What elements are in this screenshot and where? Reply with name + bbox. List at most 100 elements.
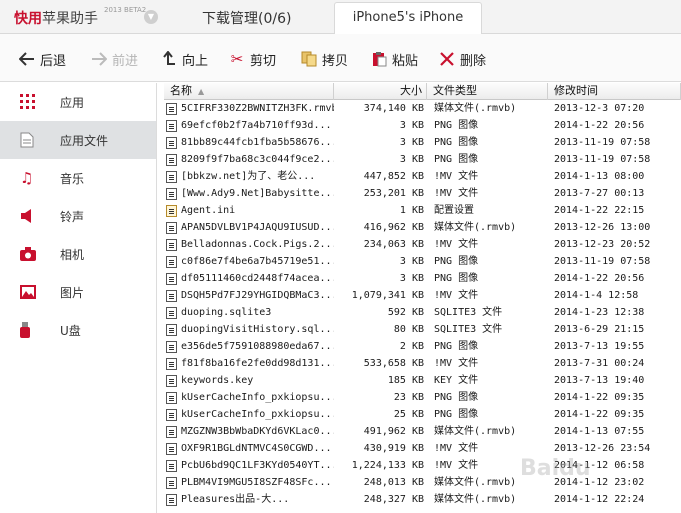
watermark: Baidu [520, 456, 591, 481]
file-name: PcbU6bd9QC1LF3KYd0540YT... [181, 460, 334, 471]
column-header-type[interactable]: 文件类型 [427, 83, 548, 100]
camera-icon [20, 244, 60, 264]
file-size: 234,063 KB [363, 239, 424, 250]
sidebar-item-apps[interactable]: 应用 [0, 83, 156, 121]
file-name: APAN5DVLBV1P4JAQU9IUSUD... [181, 222, 334, 233]
file-name: df05111460cd2448f74acea... [181, 273, 334, 284]
table-row[interactable]: duoping.sqlite3 592 KB SQLITE3 文件 2014-1-23… [164, 304, 681, 321]
file-icon [166, 357, 177, 370]
table-row[interactable]: 8209f9f7ba68c3c044f9ce2... 3 KB PNG 图像 2013… [164, 151, 681, 168]
sidebar-item-camera[interactable]: 相机 [0, 235, 156, 273]
file-icon [166, 442, 177, 455]
file-modified-time: 2013-12-26 13:00 [554, 222, 651, 233]
sort-ascending-icon: ▲ [198, 87, 205, 96]
file-name-cell: DSQH5Pd7FJ29YHGIDQBMaC3... [166, 287, 334, 304]
paste-button[interactable]: 粘贴 [370, 48, 418, 70]
sidebar-item-usb-drive[interactable]: U盘 [0, 311, 156, 349]
up-button[interactable]: 向上 [160, 48, 208, 70]
file-name: 5CIFRF330Z2BWNITZH3FK.rmvb [181, 103, 334, 114]
file-size: 25 KB [393, 409, 424, 420]
file-size: 248,013 KB [363, 477, 424, 488]
table-row[interactable]: PLBM4VI9MGU5I8SZF48SFc... 248,013 KB 媒体文件(… [164, 474, 681, 491]
toolbar: 后退 前进 向上 ✂ 剪切 拷贝 粘贴 删除 [0, 34, 681, 82]
column-header-size[interactable]: 大小 [334, 83, 427, 100]
file-modified-time: 2014-1-4 12:58 [554, 290, 639, 301]
chevron-down-icon[interactable]: ▼ [144, 10, 158, 24]
close-icon [438, 50, 456, 68]
file-name: f81f8ba16fe2fe0dd98d131... [181, 358, 334, 369]
file-name: 69efcf0b2f7a4b710ff93d... [181, 120, 332, 131]
file-size: 3 KB [399, 154, 424, 165]
file-type: PNG 图像 [434, 154, 479, 165]
file-name: Pleasures出品-大... [181, 494, 290, 505]
file-type: !MV 文件 [434, 443, 479, 454]
sidebar-item-app-files[interactable]: 应用文件 [0, 121, 156, 159]
file-size: 374,140 KB [363, 103, 424, 114]
file-type: 媒体文件(.rmvb) [434, 103, 517, 114]
table-row[interactable]: keywords.key 185 KB KEY 文件 2013-7-13 19:40 [164, 372, 681, 389]
file-name-cell: APAN5DVLBV1P4JAQU9IUSUD... [166, 219, 334, 236]
file-icon [166, 391, 177, 404]
file-modified-time: 2013-7-27 00:13 [554, 188, 645, 199]
copy-button[interactable]: 拷贝 [300, 48, 348, 70]
table-row[interactable]: PcbU6bd9QC1LF3KYd0540YT... 1,224,133 KB !M… [164, 457, 681, 474]
table-row[interactable]: [bbkzw.net]为了、老公... 447,852 KB !MV 文件 2014-… [164, 168, 681, 185]
table-row[interactable]: Belladonnas.Cock.Pigs.2... 234,063 KB !MV … [164, 236, 681, 253]
file-icon [166, 153, 177, 166]
file-name-cell: OXF9R1BGLdNTMVC4S0CGWD... [166, 440, 334, 457]
file-icon [166, 374, 177, 387]
file-name: kUserCacheInfo_pxkiopsu... [181, 409, 334, 420]
sidebar-item-pictures[interactable]: 图片 [0, 273, 156, 311]
table-row[interactable]: 5CIFRF330Z2BWNITZH3FK.rmvb 374,140 KB 媒体文件… [164, 100, 681, 117]
cut-button[interactable]: ✂ 剪切 [228, 48, 276, 70]
table-row[interactable]: DSQH5Pd7FJ29YHGIDQBMaC3... 1,079,341 KB !M… [164, 287, 681, 304]
table-row[interactable]: kUserCacheInfo_pxkiopsu... 25 KB PNG 图像 201… [164, 406, 681, 423]
column-header-name[interactable]: 名称 ▲ [164, 83, 334, 100]
table-row[interactable]: Pleasures出品-大... 248,327 KB 媒体文件(.rmvb) 201… [164, 491, 681, 508]
config-file-icon [166, 204, 177, 217]
file-size: 416,962 KB [363, 222, 424, 233]
table-row[interactable]: MZGZNW3BbWbaDKYd6VKLac0... 491,962 KB 媒体文件… [164, 423, 681, 440]
sidebar-item-music[interactable]: ♫ 音乐 [0, 159, 156, 197]
table-row[interactable]: Agent.ini 1 KB 配置设置 2014-1-22 22:15 [164, 202, 681, 219]
table-row[interactable]: e356de5f7591088980eda67... 2 KB PNG 图像 2013… [164, 338, 681, 355]
delete-button[interactable]: 删除 [438, 48, 486, 70]
back-button[interactable]: 后退 [18, 48, 66, 70]
file-name: Belladonnas.Cock.Pigs.2... [181, 239, 334, 250]
file-size: 533,658 KB [363, 358, 424, 369]
table-row[interactable]: f81f8ba16fe2fe0dd98d131... 533,658 KB !MV … [164, 355, 681, 372]
table-row[interactable]: kUserCacheInfo_pxkiopsu... 23 KB PNG 图像 201… [164, 389, 681, 406]
file-modified-time: 2014-1-23 12:38 [554, 307, 645, 318]
file-size: 447,852 KB [363, 171, 424, 182]
file-size: 1,224,133 KB [351, 460, 424, 471]
file-icon [166, 187, 177, 200]
file-name-cell: e356de5f7591088980eda67... [166, 338, 334, 355]
sidebar-item-ringtones[interactable]: 铃声 [0, 197, 156, 235]
file-size: 1 KB [399, 205, 424, 216]
file-name-cell: [Www.Ady9.Net]Babysitte... [166, 185, 334, 202]
table-row[interactable]: APAN5DVLBV1P4JAQU9IUSUD... 416,962 KB 媒体文件… [164, 219, 681, 236]
sidebar-item-label: U盘 [60, 323, 81, 338]
table-row[interactable]: duopingVisitHistory.sql... 80 KB SQLITE3 文… [164, 321, 681, 338]
table-row[interactable]: 69efcf0b2f7a4b710ff93d... 3 KB PNG 图像 2014-… [164, 117, 681, 134]
file-modified-time: 2013-6-29 21:15 [554, 324, 645, 335]
speaker-icon [20, 206, 60, 226]
table-row[interactable]: 81bb89c44fcb1fba5b58676... 3 KB PNG 图像 2013… [164, 134, 681, 151]
tab-device[interactable]: iPhone5's iPhone [334, 2, 482, 34]
brand-text: 苹果助手 [42, 11, 98, 27]
column-header-time[interactable]: 修改时间 [548, 83, 681, 100]
forward-button[interactable]: 前进 [90, 48, 138, 70]
table-row[interactable]: c0f86e7f4be6a7b45719e51... 3 KB PNG 图像 2013… [164, 253, 681, 270]
music-note-icon: ♫ [20, 169, 34, 187]
file-type: PNG 图像 [434, 273, 479, 284]
table-row[interactable]: df05111460cd2448f74acea... 3 KB PNG 图像 2014… [164, 270, 681, 287]
file-type: PNG 图像 [434, 256, 479, 267]
file-icon [166, 170, 177, 183]
table-row[interactable]: [Www.Ady9.Net]Babysitte... 253,201 KB !MV … [164, 185, 681, 202]
document-icon [20, 130, 60, 150]
table-header: 名称 ▲ 大小 文件类型 修改时间 [164, 83, 681, 100]
tab-download-manager[interactable]: 下载管理(0/6) [202, 8, 291, 28]
file-size: 430,919 KB [363, 443, 424, 454]
table-row[interactable]: OXF9R1BGLdNTMVC4S0CGWD... 430,919 KB !MV 文… [164, 440, 681, 457]
file-icon [166, 255, 177, 268]
